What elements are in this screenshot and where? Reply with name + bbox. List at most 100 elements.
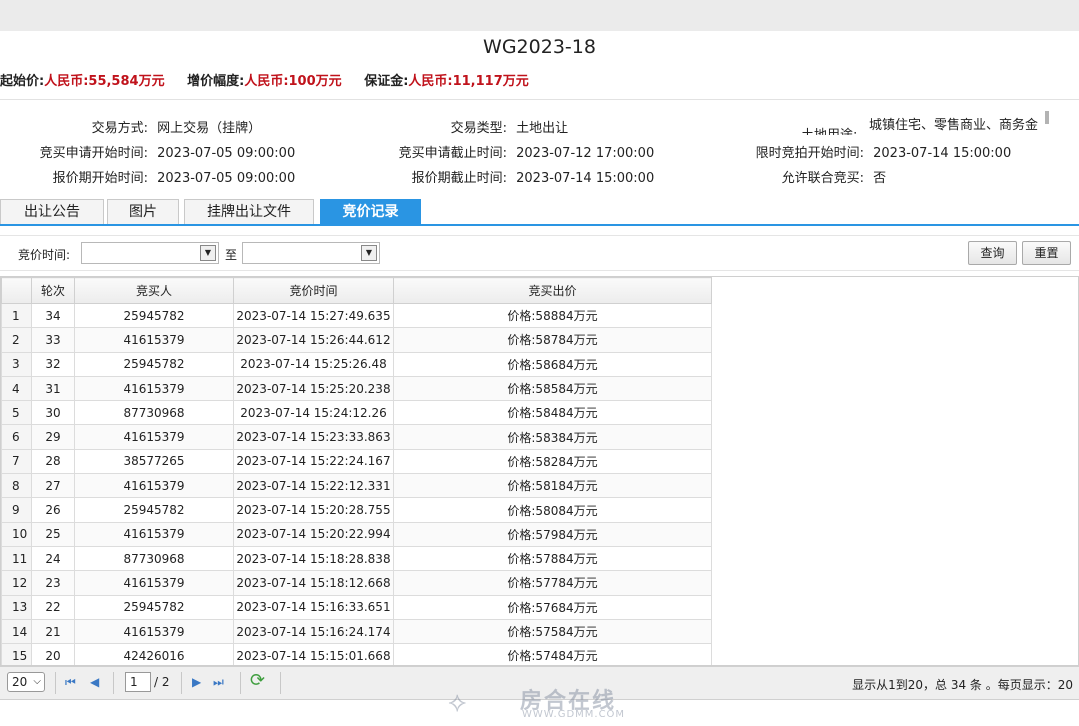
top-strip xyxy=(0,0,1079,31)
row-number: 11 xyxy=(1,545,32,572)
column-header-bidder[interactable]: 竞买人 xyxy=(74,277,234,304)
table-row[interactable]: 10 25 41615379 2023-07-14 15:20:22.994 价格:57… xyxy=(1,521,712,547)
round-cell: 28 xyxy=(31,448,75,475)
row-number: 12 xyxy=(1,570,32,596)
table-row[interactable]: 3 32 25945782 2023-07-14 15:25:26.48 价格:5868… xyxy=(1,351,712,377)
bid-price-cell: 价格:57484万元 xyxy=(393,643,712,665)
table-row[interactable]: 1 34 25945782 2023-07-14 15:27:49.635 价格:588… xyxy=(1,302,712,329)
joint-bid: 允许联合竞买: 否 xyxy=(720,167,887,186)
trade-mode-value: 网上交易（挂牌） xyxy=(157,121,262,136)
bid-price-cell: 价格:58784万元 xyxy=(393,327,712,353)
deposit-label: 保证金: xyxy=(364,74,409,89)
bid-price-cell: 价格:58384万元 xyxy=(393,424,712,450)
column-header-round[interactable]: 轮次 xyxy=(31,277,75,304)
round-cell: 20 xyxy=(31,643,75,665)
bid-time-cell: 2023-07-14 15:18:12.668 xyxy=(233,570,394,596)
last-page-icon[interactable]: ⏭ xyxy=(213,675,224,690)
round-cell: 22 xyxy=(31,594,75,620)
table-row[interactable]: 13 22 25945782 2023-07-14 15:16:33.651 价格:57… xyxy=(1,594,712,620)
bidder-cell: 41615379 xyxy=(74,375,234,402)
deposit-value: 人民币:11,117万元 xyxy=(408,74,529,89)
separator xyxy=(240,672,241,694)
table-row[interactable]: 9 26 25945782 2023-07-14 15:20:28.755 价格:580… xyxy=(1,497,712,523)
page-size-select[interactable]: 20 ⌵ xyxy=(7,672,45,692)
current-page-input[interactable]: 1 xyxy=(125,672,151,692)
land-use-scrollbar[interactable] xyxy=(1045,111,1049,124)
apply-end-label: 竞买申请截止时间: xyxy=(398,146,507,161)
row-number: 7 xyxy=(1,448,32,475)
table-row[interactable]: 11 24 87730968 2023-07-14 15:18:28.838 价格:57… xyxy=(1,545,712,572)
table-row[interactable]: 15 20 42426016 2023-07-14 15:15:01.668 价格:57… xyxy=(1,643,712,665)
bidder-cell: 41615379 xyxy=(74,618,234,645)
first-page-icon[interactable]: ⏮ xyxy=(65,675,76,690)
next-page-icon[interactable]: ▶ xyxy=(192,675,201,689)
bid-time-cell: 2023-07-14 15:24:12.26 xyxy=(233,400,394,426)
column-header-bid-price[interactable]: 竞买出价 xyxy=(393,277,712,304)
bidder-cell: 41615379 xyxy=(74,521,234,547)
round-cell: 23 xyxy=(31,570,75,596)
query-button[interactable]: 查询 xyxy=(968,241,1017,265)
reset-button[interactable]: 重置 xyxy=(1022,241,1071,265)
table-row[interactable]: 14 21 41615379 2023-07-14 15:16:24.174 价格:57… xyxy=(1,618,712,645)
table-row[interactable]: 8 27 41615379 2023-07-14 15:22:12.331 价格:581… xyxy=(1,473,712,499)
table-row[interactable]: 7 28 38577265 2023-07-14 15:22:24.167 价格:582… xyxy=(1,448,712,475)
bid-time-cell: 2023-07-14 15:25:26.48 xyxy=(233,351,394,377)
chevron-down-icon[interactable]: ▼ xyxy=(200,245,216,261)
round-cell: 29 xyxy=(31,424,75,450)
prev-page-icon[interactable]: ◀ xyxy=(90,675,99,689)
row-number: 2 xyxy=(1,327,32,353)
bid-price-cell: 价格:58084万元 xyxy=(393,497,712,523)
quote-start-value: 2023-07-05 09:00:00 xyxy=(157,171,296,186)
row-number: 4 xyxy=(1,375,32,402)
chevron-down-icon[interactable]: ▼ xyxy=(361,245,377,261)
bid-records-table: 轮次 竞买人 竞价时间 竞买出价 1 34 25945782 2023-07-14 1… xyxy=(0,276,1079,666)
table-row[interactable]: 5 30 87730968 2023-07-14 15:24:12.26 价格:5848… xyxy=(1,400,712,426)
separator xyxy=(181,672,182,694)
row-number: 14 xyxy=(1,618,32,645)
row-number: 5 xyxy=(1,400,32,426)
auction-start: 限时竞拍开始时间: 2023-07-14 15:00:00 xyxy=(720,142,1012,161)
apply-start-value: 2023-07-05 09:00:00 xyxy=(157,146,296,161)
round-cell: 33 xyxy=(31,327,75,353)
table-row[interactable]: 4 31 41615379 2023-07-14 15:25:20.238 价格:585… xyxy=(1,375,712,402)
row-number: 9 xyxy=(1,497,32,523)
tab-bid-records[interactable]: 竞价记录 xyxy=(320,199,421,224)
column-header-bid-time[interactable]: 竞价时间 xyxy=(233,277,394,304)
row-number-header xyxy=(1,277,32,304)
page-size-value: 20 xyxy=(12,675,28,689)
price-summary: 起始价:人民币:55,584万元 增价幅度:人民币:100万元 保证金:人民币:… xyxy=(0,70,547,89)
table-row[interactable]: 2 33 41615379 2023-07-14 15:26:44.612 价格:587… xyxy=(1,327,712,353)
bid-price-cell: 价格:57884万元 xyxy=(393,545,712,572)
bid-price-cell: 价格:58184万元 xyxy=(393,473,712,499)
row-number: 15 xyxy=(1,643,32,665)
round-cell: 30 xyxy=(31,400,75,426)
refresh-icon[interactable]: ⟳ xyxy=(250,670,265,691)
row-number: 10 xyxy=(1,521,32,547)
round-cell: 21 xyxy=(31,618,75,645)
trade-type-label: 交易类型: xyxy=(450,121,507,136)
bid-table: 轮次 竞买人 竞价时间 竞买出价 1 34 25945782 2023-07-14 1… xyxy=(1,277,712,665)
bidder-cell: 25945782 xyxy=(74,302,234,329)
tab-announcement[interactable]: 出让公告 xyxy=(0,199,104,224)
table-row[interactable]: 12 23 41615379 2023-07-14 15:18:12.668 价格:57… xyxy=(1,570,712,596)
bid-time-end-select[interactable]: ▼ xyxy=(242,242,380,264)
round-cell: 26 xyxy=(31,497,75,523)
bid-price-cell: 价格:58684万元 xyxy=(393,351,712,377)
bid-price-cell: 价格:58584万元 xyxy=(393,375,712,402)
start-price-label: 起始价: xyxy=(0,74,45,89)
round-cell: 25 xyxy=(31,521,75,547)
table-row[interactable]: 6 29 41615379 2023-07-14 15:23:33.863 价格:583… xyxy=(1,424,712,450)
tab-images[interactable]: 图片 xyxy=(107,199,179,224)
joint-bid-label: 允许联合竞买: xyxy=(781,171,864,186)
bid-price-cell: 价格:57984万元 xyxy=(393,521,712,547)
row-number: 6 xyxy=(1,424,32,450)
apply-start: 竞买申请开始时间: 2023-07-05 09:00:00 xyxy=(0,142,296,161)
bid-time-start-select[interactable]: ▼ xyxy=(81,242,219,264)
bid-price-cell: 价格:58484万元 xyxy=(393,400,712,426)
bid-time-cell: 2023-07-14 15:18:28.838 xyxy=(233,545,394,572)
bidder-cell: 87730968 xyxy=(74,545,234,572)
tab-listing-documents[interactable]: 挂牌出让文件 xyxy=(184,199,314,224)
bid-time-label: 竞价时间: xyxy=(18,248,71,262)
bid-price-cell: 价格:58884万元 xyxy=(393,302,712,329)
bidder-cell: 41615379 xyxy=(74,570,234,596)
